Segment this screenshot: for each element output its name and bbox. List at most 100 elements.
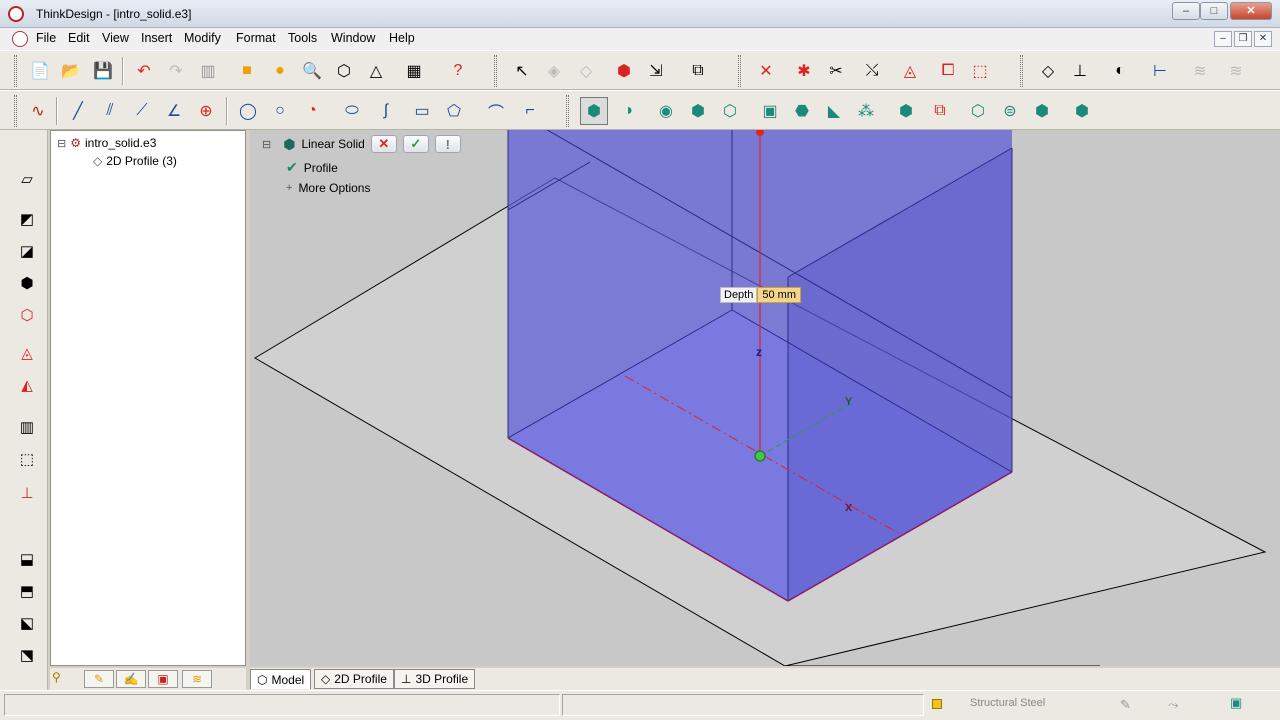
hole-icon[interactable]: ◉ — [652, 97, 680, 125]
delete-star-icon[interactable]: ✱ — [790, 57, 818, 85]
scene-svg[interactable] — [250, 130, 1280, 666]
copy-icon[interactable]: ⧠ — [934, 57, 962, 85]
modify-solid-icon[interactable]: ⬡ — [14, 302, 40, 328]
tree-tab-views[interactable]: ▣ — [148, 670, 178, 688]
column-icon[interactable]: ▥ — [14, 414, 40, 440]
ok-button[interactable]: ✓ — [402, 135, 429, 153]
draft-icon[interactable]: ⧉ — [926, 97, 954, 125]
layers-dropdown-icon[interactable]: ≋ — [1222, 57, 1250, 85]
boss-icon[interactable]: ⬢ — [684, 97, 712, 125]
circle-icon[interactable]: ◯ — [234, 97, 262, 125]
mdi-restore-button[interactable]: ❐ — [1234, 31, 1252, 47]
select-faces-icon[interactable]: ◈ — [540, 57, 568, 85]
toolbar-grip[interactable] — [14, 55, 17, 87]
cube-icon[interactable]: ■ — [233, 57, 261, 85]
origin-icon[interactable]: ⊥ — [14, 480, 40, 506]
chamfer-icon[interactable]: ⌐ — [516, 97, 544, 125]
cut-edge-icon[interactable]: ◭ — [14, 372, 40, 398]
plane-icon[interactable]: ◇ — [1034, 57, 1062, 85]
depth-value-field[interactable]: 50 mm — [757, 287, 801, 303]
insert-part-icon[interactable]: ⬓ — [14, 546, 40, 572]
trim-icon[interactable]: ✂ — [822, 57, 850, 85]
toolbar-grip[interactable] — [566, 95, 569, 127]
linear-solid-icon[interactable]: ⬢ — [580, 97, 608, 125]
split-icon[interactable]: ⤯ — [858, 57, 886, 85]
cut-face-icon[interactable]: ◬ — [14, 340, 40, 366]
crosshair-icon[interactable]: ⊕ — [192, 97, 220, 125]
toolbar-grip[interactable] — [738, 55, 741, 87]
axis-icon[interactable]: ⊥ — [1066, 57, 1094, 85]
sphere-icon[interactable]: ● — [266, 57, 294, 85]
info-button[interactable]: ! — [434, 135, 461, 153]
toolbar-grip[interactable] — [1020, 55, 1023, 87]
undo-icon[interactable]: ↶ — [130, 57, 158, 85]
profile-row[interactable]: ✔ Profile — [286, 159, 338, 176]
arc-icon[interactable]: ◔ — [298, 97, 326, 125]
tree-tab-notes[interactable]: ✍ — [116, 670, 146, 688]
box-icon[interactable]: ▣ — [756, 97, 784, 125]
polygon-icon[interactable]: ⬠ — [440, 97, 468, 125]
curve-icon[interactable]: ∫ — [372, 97, 400, 125]
slice-icon[interactable]: ⊜ — [996, 97, 1024, 125]
sketch-plane-icon[interactable]: ▱ — [14, 166, 40, 192]
maximize-button[interactable]: □ — [1200, 2, 1228, 20]
circle-3pt-icon[interactable]: ○ — [266, 97, 294, 125]
measure-icon[interactable]: △ — [362, 57, 390, 85]
line-icon[interactable]: ╱ — [64, 97, 92, 125]
solid-top-icon[interactable]: ⬢ — [14, 270, 40, 296]
shell-icon[interactable]: ⬢ — [892, 97, 920, 125]
menu-format[interactable]: Format — [236, 31, 276, 45]
component-icon[interactable]: ⬕ — [14, 610, 40, 636]
frame-icon[interactable]: ⬚ — [14, 446, 40, 472]
pattern-icon[interactable]: ⁂ — [852, 97, 880, 125]
toolbar-grip[interactable] — [494, 55, 497, 87]
tree-root[interactable]: ⊟ ⚙ intro_solid.e3 — [57, 136, 156, 150]
menu-edit[interactable]: Edit — [68, 31, 90, 45]
menu-modify[interactable]: Modify — [184, 31, 221, 45]
cancel-button[interactable]: ✕ — [370, 135, 397, 153]
expand-icon[interactable]: + — [286, 182, 292, 194]
dimension-icon[interactable]: ⊢ — [1146, 57, 1174, 85]
pocket-icon[interactable]: ⬡ — [716, 97, 744, 125]
ellipse-icon[interactable]: ⬭ — [338, 97, 366, 125]
minimize-button[interactable]: – — [1172, 2, 1200, 20]
boolean-icon[interactable]: ⬢ — [1068, 97, 1096, 125]
select-solid-icon[interactable]: ◇ — [572, 57, 600, 85]
select-arrow-icon[interactable]: ↖ — [508, 57, 536, 85]
command-collapse-icon[interactable]: ⊟ — [262, 138, 271, 151]
more-options-row[interactable]: + More Options — [286, 181, 370, 195]
redo-icon[interactable]: ↷ — [162, 57, 190, 85]
mdi-close-button[interactable]: ✕ — [1254, 31, 1272, 47]
table-icon[interactable]: ▦ — [400, 57, 428, 85]
zoom-icon[interactable]: 🔍 — [298, 57, 326, 85]
tree-tab-drawing[interactable]: ✎ — [84, 670, 114, 688]
snap-mode-icon[interactable]: ⤳ — [1168, 697, 1178, 713]
revolve-solid-icon[interactable]: ◑ — [614, 97, 642, 125]
save-file-icon[interactable]: 💾 — [89, 57, 117, 85]
depth-input[interactable]: Depth 50 mm — [720, 287, 801, 303]
origin-point[interactable] — [754, 450, 766, 462]
light-icon[interactable]: ◐ — [1106, 57, 1134, 85]
shape-icon[interactable]: ◬ — [896, 57, 924, 85]
graphics-viewport[interactable]: Y x z Depth 50 mm ⊟ ⬢ Linear Solid ✕ ✓ !… — [250, 130, 1280, 666]
menu-view[interactable]: View — [102, 31, 129, 45]
toolbar-grip[interactable] — [14, 95, 17, 127]
repeat-icon[interactable]: ▥ — [194, 57, 222, 85]
wedge-icon[interactable]: ◣ — [820, 97, 848, 125]
parallel-line-icon[interactable]: ⫽ — [96, 97, 124, 125]
pick-icon[interactable]: ⇲ — [642, 57, 670, 85]
spline-icon[interactable]: ∿ — [24, 97, 52, 125]
layers-icon[interactable]: ≋ — [1186, 57, 1214, 85]
mdi-minimize-button[interactable]: – — [1214, 31, 1232, 47]
tree-item-2d-profile[interactable]: ◇ 2D Profile (3) — [93, 154, 177, 168]
bisector-icon[interactable]: ⟋ — [128, 97, 156, 125]
offset-icon[interactable]: ⬢ — [1028, 97, 1056, 125]
tree-filter-icon[interactable]: ⚲ — [52, 670, 70, 688]
fillet-icon[interactable]: ⌒ — [482, 97, 510, 125]
delete-icon[interactable]: ✕ — [752, 57, 780, 85]
close-button[interactable]: ✕ — [1230, 2, 1272, 20]
tree-tab-layers[interactable]: ≋ — [182, 670, 212, 688]
transform-icon[interactable]: ⬚ — [966, 57, 994, 85]
split-solid-icon[interactable]: ⬡ — [964, 97, 992, 125]
view-cube-icon[interactable]: ⬡ — [330, 57, 358, 85]
